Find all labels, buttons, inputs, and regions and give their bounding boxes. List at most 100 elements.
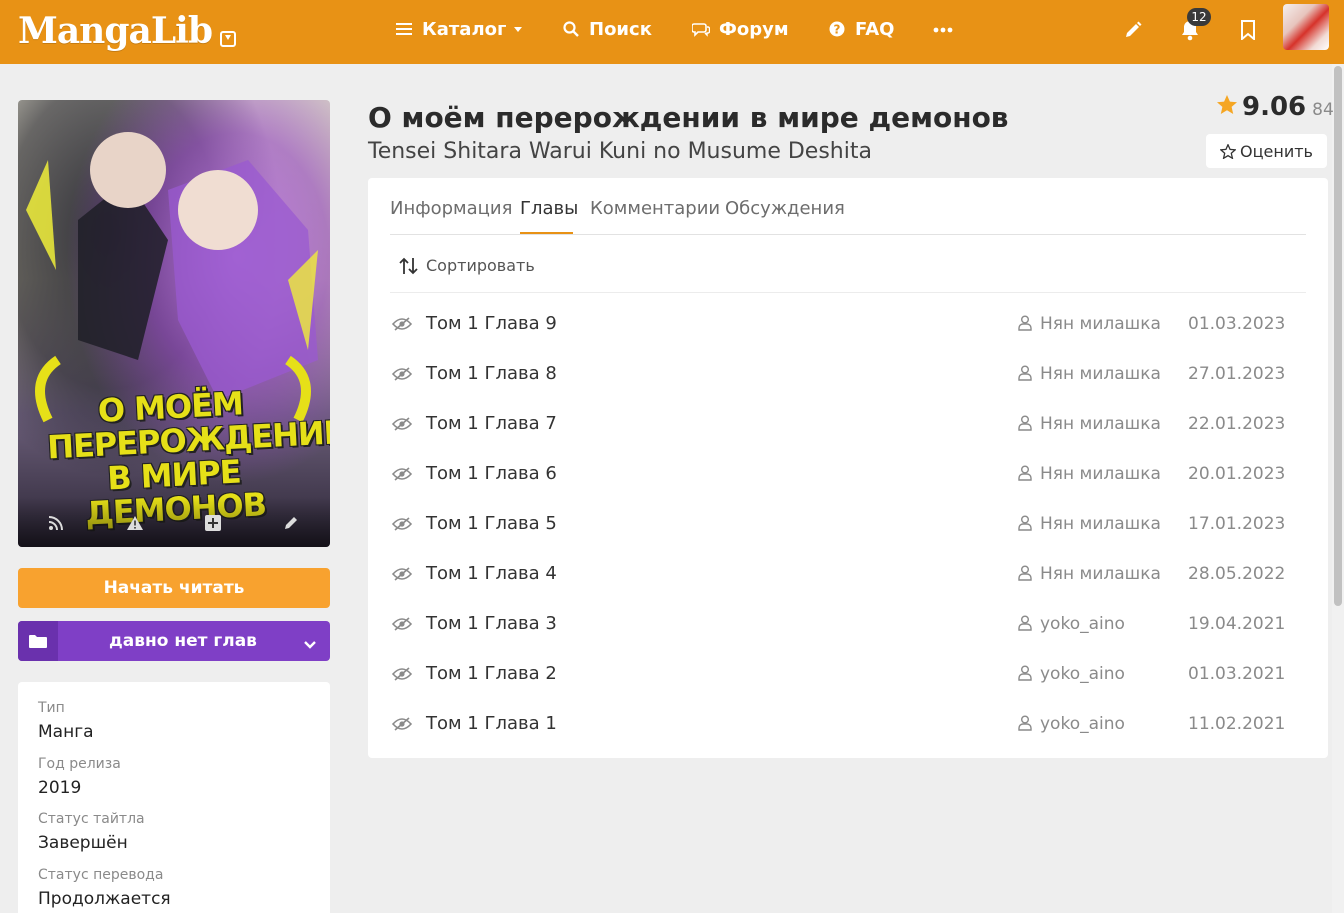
rate-button-label: Оценить: [1240, 141, 1313, 161]
user-avatar[interactable]: [1283, 4, 1329, 50]
chapter-translator[interactable]: Нян милашка: [1040, 414, 1161, 434]
chapter-row[interactable]: Том 1 Глава 7 Нян милашка 22.01.2023: [390, 400, 1306, 450]
info-label: Статус тайтла: [38, 811, 145, 827]
chapter-date: 01.03.2021: [1188, 664, 1286, 684]
chapter-translator[interactable]: Нян милашка: [1040, 464, 1161, 484]
nav-forum-label: Форум: [719, 18, 789, 40]
warning-icon[interactable]: [125, 513, 145, 533]
nav-search[interactable]: Поиск: [561, 18, 652, 40]
sort-button[interactable]: Сортировать: [398, 256, 535, 275]
chapter-translator[interactable]: Нян милашка: [1040, 514, 1161, 534]
bookmark-icon[interactable]: [1236, 18, 1260, 42]
chapter-title[interactable]: Том 1 Глава 5: [426, 513, 557, 534]
chapter-row[interactable]: Том 1 Глава 4 Нян милашка 28.05.2022: [390, 550, 1306, 600]
info-value: 2019: [38, 778, 82, 798]
chapter-date: 22.01.2023: [1188, 414, 1286, 434]
eye-slash-icon[interactable]: [391, 516, 413, 535]
chevron-down-icon: [514, 26, 523, 32]
chat-icon: [691, 21, 711, 37]
folder-icon: [18, 621, 58, 661]
chapter-title[interactable]: Том 1 Глава 9: [426, 313, 557, 334]
more-icon[interactable]: [931, 18, 955, 42]
tabs-divider: [390, 234, 1306, 235]
eye-slash-icon[interactable]: [391, 366, 413, 385]
chapter-date: 28.05.2022: [1188, 564, 1286, 584]
svg-text:?: ?: [834, 23, 841, 37]
eye-slash-icon[interactable]: [391, 666, 413, 685]
sort-label: Сортировать: [426, 256, 535, 275]
chapter-title[interactable]: Том 1 Глава 4: [426, 563, 557, 584]
search-icon: [561, 21, 581, 37]
chapter-translator[interactable]: Нян милашка: [1040, 314, 1161, 334]
list-status-button[interactable]: давно нет глав: [18, 621, 330, 661]
chapter-date: 20.01.2023: [1188, 464, 1286, 484]
chapter-row[interactable]: Том 1 Глава 3 yoko_aino 19.04.2021: [390, 600, 1306, 650]
chapter-row[interactable]: Том 1 Глава 6 Нян милашка 20.01.2023: [390, 450, 1306, 500]
chapter-translator[interactable]: yoko_aino: [1040, 614, 1125, 634]
user-icon: [1018, 565, 1032, 585]
info-label: Тип: [38, 700, 65, 716]
rating-value: 9.06: [1242, 92, 1307, 122]
pencil-icon[interactable]: [1121, 18, 1145, 42]
chapter-row[interactable]: Том 1 Глава 2 yoko_aino 01.03.2021: [390, 650, 1306, 700]
site-logo[interactable]: MangaLib: [18, 10, 213, 52]
chapter-title[interactable]: Том 1 Глава 3: [426, 613, 557, 634]
eye-slash-icon[interactable]: [391, 416, 413, 435]
sort-divider: [390, 292, 1306, 293]
nav-catalog[interactable]: Каталог: [394, 18, 523, 40]
chapter-title[interactable]: Том 1 Глава 2: [426, 663, 557, 684]
tab-comments[interactable]: Комментарии: [590, 198, 720, 219]
chapter-row[interactable]: Том 1 Глава 1 yoko_aino 11.02.2021: [390, 700, 1306, 750]
user-icon: [1018, 365, 1032, 385]
edit-icon[interactable]: [281, 513, 301, 533]
scrollbar-thumb[interactable]: [1334, 66, 1342, 606]
eye-slash-icon[interactable]: [391, 466, 413, 485]
chapter-title[interactable]: Том 1 Глава 7: [426, 413, 557, 434]
tab-discussions[interactable]: Обсуждения: [725, 198, 845, 219]
nav-search-label: Поиск: [589, 18, 652, 40]
eye-slash-icon[interactable]: [391, 566, 413, 585]
tab-chapters[interactable]: Главы: [520, 198, 578, 219]
rss-icon[interactable]: [46, 513, 66, 533]
user-icon: [1018, 415, 1032, 435]
user-icon: [1018, 315, 1032, 335]
info-card: Тип Манга Год релиза 2019 Статус тайтла …: [18, 682, 330, 913]
nav-forum[interactable]: Форум: [691, 18, 789, 40]
chapter-row[interactable]: Том 1 Глава 8 Нян милашка 27.01.2023: [390, 350, 1306, 400]
chapter-title[interactable]: Том 1 Глава 1: [426, 713, 557, 734]
user-icon: [1018, 465, 1032, 485]
top-bar: MangaLib Каталог Поиск Форум ? FAQ 12: [0, 0, 1344, 64]
menu-icon: [394, 22, 414, 36]
info-value: Манга: [38, 722, 94, 742]
add-icon[interactable]: [203, 513, 223, 533]
eye-slash-icon[interactable]: [391, 316, 413, 335]
info-label: Год релиза: [38, 756, 121, 772]
chapter-title[interactable]: Том 1 Глава 8: [426, 363, 557, 384]
chapter-title[interactable]: Том 1 Глава 6: [426, 463, 557, 484]
eye-slash-icon[interactable]: [391, 716, 413, 735]
chapter-translator[interactable]: Нян милашка: [1040, 564, 1161, 584]
manga-cover: О МОЁМ ПЕРЕРОЖДЕНИИ В МИРЕ ДЕМОНОВ: [18, 100, 330, 547]
tab-info[interactable]: Информация: [390, 198, 512, 219]
chapter-row[interactable]: Том 1 Глава 9 Нян милашка 01.03.2023: [390, 300, 1306, 350]
rate-button[interactable]: Оценить: [1206, 134, 1327, 168]
start-reading-button[interactable]: Начать читать: [18, 568, 330, 608]
logo-dropdown-icon[interactable]: [220, 31, 236, 47]
chapter-row[interactable]: Том 1 Глава 5 Нян милашка 17.01.2023: [390, 500, 1306, 550]
info-label: Статус перевода: [38, 867, 164, 883]
chapter-translator[interactable]: yoko_aino: [1040, 714, 1125, 734]
chapter-translator[interactable]: yoko_aino: [1040, 664, 1125, 684]
chapter-translator[interactable]: Нян милашка: [1040, 364, 1161, 384]
user-icon: [1018, 665, 1032, 685]
star-outline-icon: [1220, 143, 1237, 159]
user-icon: [1018, 715, 1032, 735]
rating: 9.06 84: [1216, 92, 1334, 122]
chapter-date: 11.02.2021: [1188, 714, 1286, 734]
list-status-label: давно нет глав: [109, 631, 257, 651]
eye-slash-icon[interactable]: [391, 616, 413, 635]
info-value: Продолжается: [38, 889, 171, 909]
user-icon: [1018, 515, 1032, 535]
nav-catalog-label: Каталог: [422, 18, 507, 40]
chapters-panel: Информация Главы Комментарии Обсуждения …: [368, 178, 1328, 758]
nav-faq[interactable]: ? FAQ: [827, 18, 894, 40]
